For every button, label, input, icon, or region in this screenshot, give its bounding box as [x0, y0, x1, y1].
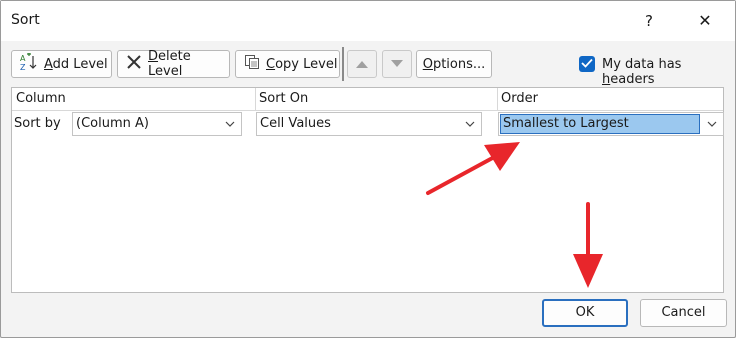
close-button[interactable]: ✕: [683, 7, 727, 35]
headers-checkbox[interactable]: [579, 56, 595, 72]
header-column: Column: [16, 91, 66, 106]
chevron-down-icon[interactable]: [459, 113, 481, 135]
move-down-button[interactable]: [382, 50, 412, 78]
triangle-down-icon: [391, 57, 403, 72]
chevron-down-icon[interactable]: [219, 113, 241, 135]
headers-checkbox-label[interactable]: My data has headers: [602, 57, 735, 87]
sort-levels-grid: Column Sort On Order Sort by (Column A) …: [11, 87, 724, 293]
sort-dialog: Sort ? ✕ A Z Add Level Delete Level Copy…: [0, 0, 736, 338]
header-underline: [12, 110, 723, 111]
checkmark-icon: [581, 57, 593, 72]
options-button[interactable]: Options...: [416, 50, 492, 78]
triangle-up-icon: [356, 57, 368, 72]
title-bar: Sort ? ✕: [1, 1, 735, 41]
toolbar-separator: [342, 47, 344, 81]
sort-on-dropdown-value: Cell Values: [260, 116, 331, 131]
header-sort-on: Sort On: [259, 91, 309, 106]
add-level-button[interactable]: A Z Add Level: [11, 50, 112, 78]
move-up-button[interactable]: [347, 50, 377, 78]
delete-level-button[interactable]: Delete Level: [117, 49, 230, 79]
order-dropdown-value: Smallest to Largest: [500, 114, 700, 134]
column-dropdown[interactable]: (Column A): [72, 112, 242, 136]
add-level-label: Add Level: [44, 56, 108, 72]
copy-icon: [244, 54, 260, 74]
row-label-sort-by: Sort by: [14, 116, 61, 131]
cancel-button[interactable]: Cancel: [640, 299, 727, 327]
header-order: Order: [501, 91, 538, 106]
sort-on-dropdown[interactable]: Cell Values: [256, 112, 482, 136]
delete-level-label: Delete Level: [148, 49, 191, 79]
dialog-title: Sort: [11, 12, 40, 28]
options-label: Options...: [422, 56, 486, 72]
svg-text:A: A: [20, 54, 26, 63]
ok-button[interactable]: OK: [542, 299, 628, 327]
copy-level-button[interactable]: Copy Level: [235, 50, 340, 78]
help-button[interactable]: ?: [631, 7, 667, 35]
copy-level-label: Copy Level: [266, 56, 338, 72]
chevron-down-icon[interactable]: [701, 113, 723, 135]
header-divider: [497, 88, 498, 110]
column-dropdown-value: (Column A): [76, 116, 149, 131]
order-dropdown[interactable]: Smallest to Largest: [498, 112, 724, 136]
header-divider: [255, 88, 256, 110]
delete-x-icon: [126, 54, 142, 74]
sort-az-icon: A Z: [20, 52, 38, 75]
svg-text:Z: Z: [20, 63, 26, 71]
